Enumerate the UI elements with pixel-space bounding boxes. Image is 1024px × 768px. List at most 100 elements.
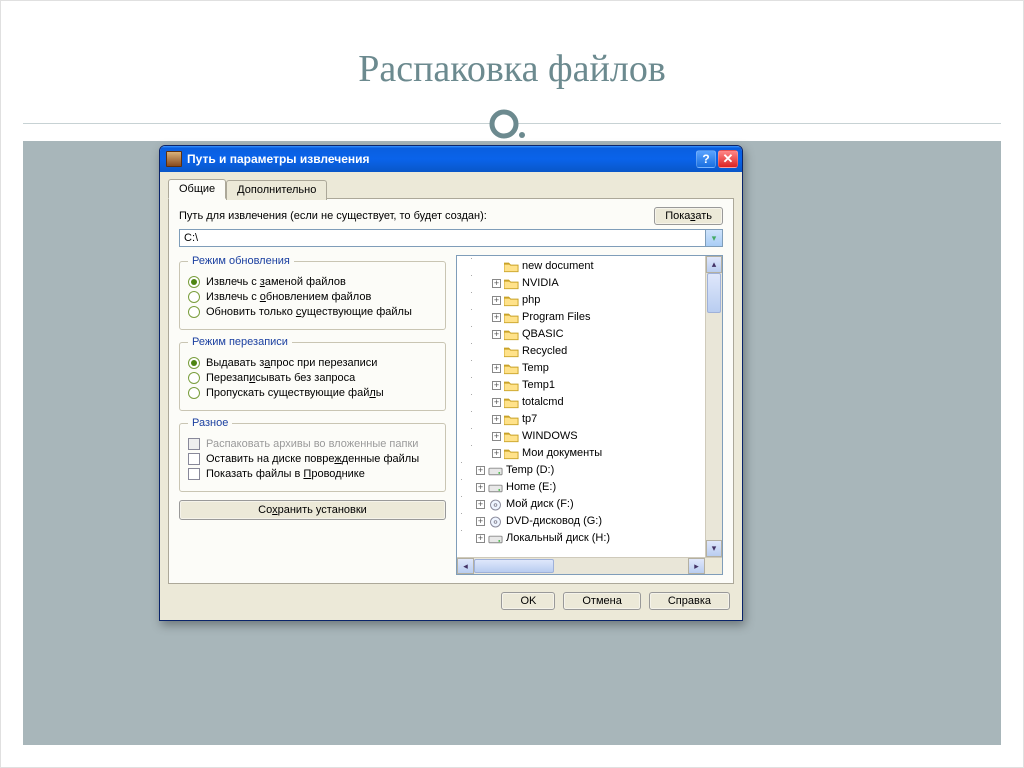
chk-keep-broken[interactable]: Оставить на диске поврежденные файлы — [188, 453, 437, 465]
tree-label: QBASIC — [522, 326, 564, 343]
radio-update-existing[interactable]: Обновить только существующие файлы — [188, 306, 437, 318]
expand-icon[interactable]: + — [492, 415, 501, 424]
expand-icon[interactable]: + — [492, 313, 501, 322]
tree-hscrollbar[interactable]: ◂ ▸ — [457, 557, 722, 574]
tree-node[interactable]: +Program Files — [461, 309, 704, 326]
legend-update: Режим обновления — [188, 255, 294, 267]
tree-node[interactable]: +Мой диск (F:) — [461, 496, 704, 513]
tree-node[interactable]: + php — [461, 292, 704, 309]
scroll-right-button[interactable]: ▸ — [688, 558, 705, 574]
tab-row: Общие Дополнительно — [160, 172, 742, 198]
chk-show-explorer[interactable]: Показать файлы в Проводнике — [188, 468, 437, 480]
save-settings-button[interactable]: Сохранить установки — [179, 500, 446, 520]
chk-subfolders: Распаковать архивы во вложенные папки — [188, 438, 437, 450]
expand-icon[interactable]: + — [492, 432, 501, 441]
folder-icon — [504, 448, 519, 460]
folder-icon — [504, 346, 519, 358]
tree-label: Temp (D:) — [506, 462, 554, 479]
radio-icon — [188, 387, 200, 399]
folder-tree[interactable]: new document+NVIDIA+php+Program Files+QB… — [456, 255, 723, 575]
folder-icon — [504, 312, 519, 324]
tree-vscrollbar[interactable]: ▴ ▾ — [705, 256, 722, 557]
slide-ornament — [23, 97, 1001, 141]
tree-label: Локальный диск (H:) — [506, 530, 610, 547]
expand-icon[interactable]: + — [492, 449, 501, 458]
scroll-down-button[interactable]: ▾ — [706, 540, 722, 557]
expand-icon[interactable]: + — [476, 466, 485, 475]
help-button[interactable]: Справка — [649, 592, 730, 610]
tree-node[interactable]: + Home (E:) — [461, 479, 704, 496]
scroll-up-button[interactable]: ▴ — [706, 256, 722, 273]
tree-node[interactable]: +totalcmd — [461, 394, 704, 411]
radio-overwrite-silent[interactable]: Перезаписывать без запроса — [188, 372, 437, 384]
tab-advanced[interactable]: Дополнительно — [226, 180, 327, 200]
titlebar[interactable]: Путь и параметры извлечения ? ✕ — [160, 146, 742, 172]
path-dropdown-button[interactable]: ▾ — [705, 230, 722, 246]
scroll-left-button[interactable]: ◂ — [457, 558, 474, 574]
tree-label: Мои документы — [522, 445, 602, 462]
checkbox-icon — [188, 438, 200, 450]
tree-label: Home (E:) — [506, 479, 556, 496]
folder-icon — [504, 380, 519, 392]
radio-icon — [188, 306, 200, 318]
expand-icon[interactable]: + — [476, 534, 485, 543]
folder-icon — [504, 363, 519, 375]
tree-node[interactable]: +Temp — [461, 360, 704, 377]
expand-icon[interactable]: + — [492, 364, 501, 373]
expand-icon[interactable]: + — [476, 483, 485, 492]
radio-icon — [188, 372, 200, 384]
titlebar-help-button[interactable]: ? — [696, 150, 716, 168]
expand-icon[interactable]: + — [492, 296, 501, 305]
slide-title: Распаковка файлов — [23, 23, 1001, 97]
window-title: Путь и параметры извлечения — [187, 152, 370, 166]
cd-icon — [488, 499, 503, 511]
ok-button[interactable]: OK — [501, 592, 555, 610]
expand-icon[interactable]: + — [492, 398, 501, 407]
app-icon — [166, 151, 182, 167]
tree-label: tp7 — [522, 411, 537, 428]
tree-label: Temp1 — [522, 377, 555, 394]
tree-node[interactable]: +WINDOWS — [461, 428, 704, 445]
drive-icon — [488, 465, 503, 477]
tree-node[interactable]: + Temp1 — [461, 377, 704, 394]
tree-label: DVD-дисковод (G:) — [506, 513, 602, 530]
tree-node[interactable]: + DVD-дисковод (G:) — [461, 513, 704, 530]
group-update-mode: Режим обновления Извлечь с заменой файло… — [179, 255, 446, 330]
folder-icon — [504, 278, 519, 290]
radio-icon — [188, 357, 200, 369]
radio-icon — [188, 276, 200, 288]
folder-icon — [504, 295, 519, 307]
path-combobox[interactable]: ▾ — [179, 229, 723, 247]
cancel-button[interactable]: Отмена — [563, 592, 640, 610]
radio-update-newer[interactable]: Извлечь с обновлением файлов — [188, 291, 437, 303]
tab-general[interactable]: Общие — [168, 179, 226, 199]
tree-node[interactable]: + Локальный диск (H:) — [461, 530, 704, 547]
path-input[interactable] — [180, 230, 705, 246]
tree-node[interactable]: + tp7 — [461, 411, 704, 428]
tree-node[interactable]: + NVIDIA — [461, 275, 704, 292]
show-button[interactable]: Показать — [654, 207, 723, 225]
tree-node[interactable]: new document — [461, 258, 704, 275]
tree-node[interactable]: + Temp (D:) — [461, 462, 704, 479]
titlebar-close-button[interactable]: ✕ — [718, 150, 738, 168]
drive-icon — [488, 482, 503, 494]
tree-node[interactable]: Recycled — [461, 343, 704, 360]
radio-overwrite-ask[interactable]: Выдавать запрос при перезаписи — [188, 357, 437, 369]
expand-icon[interactable]: + — [476, 517, 485, 526]
tree-node[interactable]: + Мои документы — [461, 445, 704, 462]
scroll-thumb-h[interactable] — [474, 559, 554, 573]
expand-icon[interactable]: + — [492, 330, 501, 339]
folder-icon — [504, 414, 519, 426]
drive-icon — [488, 533, 503, 545]
tree-node[interactable]: + QBASIC — [461, 326, 704, 343]
folder-icon — [504, 431, 519, 443]
expand-icon[interactable]: + — [476, 500, 485, 509]
radio-overwrite-skip[interactable]: Пропускать существующие файлы — [188, 387, 437, 399]
radio-update-replace[interactable]: Извлечь с заменой файлов — [188, 276, 437, 288]
expand-icon[interactable]: + — [492, 279, 501, 288]
tree-label: NVIDIA — [522, 275, 559, 292]
tab-panel-general: Путь для извлечения (если не существует,… — [168, 198, 734, 584]
scroll-thumb[interactable] — [707, 273, 721, 313]
expand-icon[interactable]: + — [492, 381, 501, 390]
tree-label: php — [522, 292, 540, 309]
